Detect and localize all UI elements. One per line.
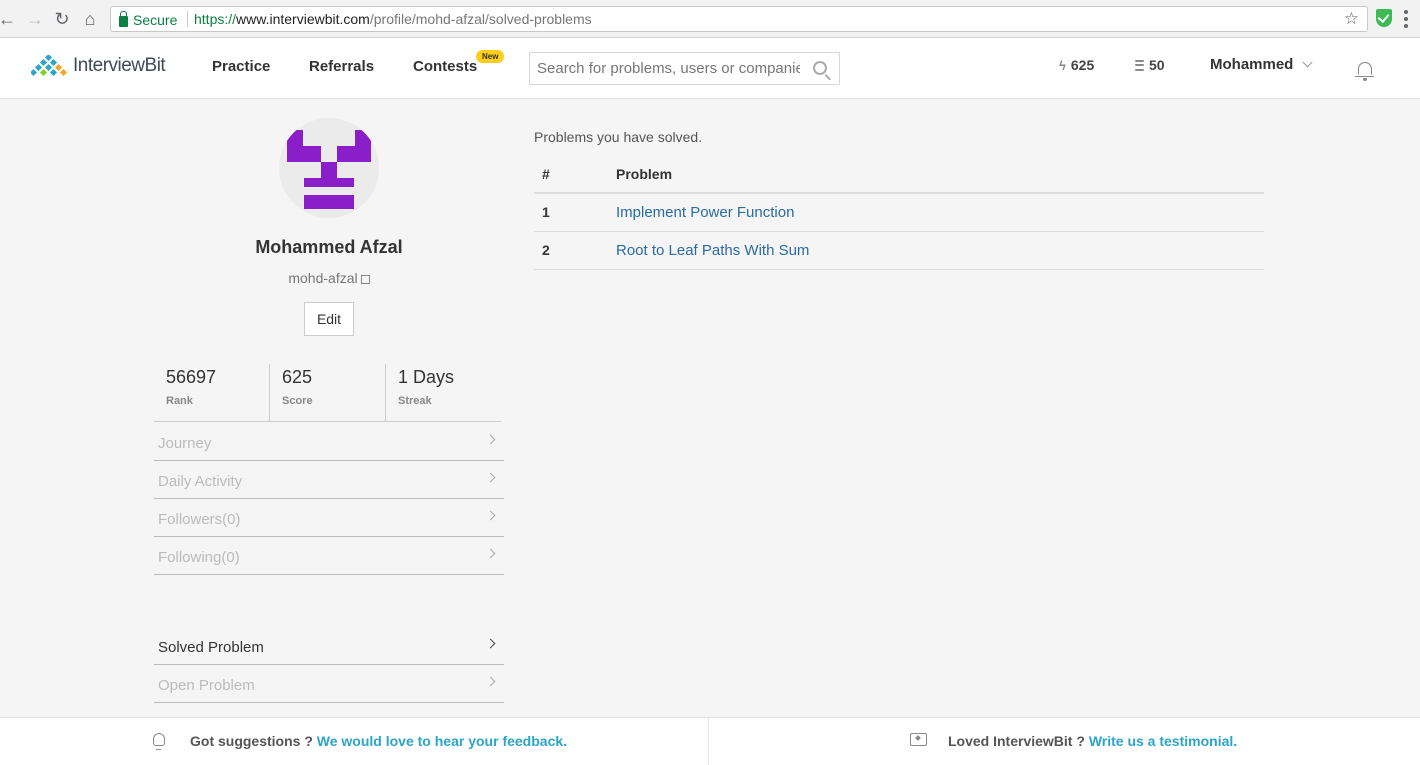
edit-profile-button[interactable]: Edit bbox=[304, 302, 354, 336]
coins-stat: 50 bbox=[1135, 57, 1165, 73]
site-header: InterviewBit Practice Referrals Contests… bbox=[0, 38, 1420, 99]
nav-practice[interactable]: Practice bbox=[212, 58, 270, 75]
stat-value: 56697 bbox=[166, 367, 217, 387]
sidebar-item-followers[interactable]: Followers(0) bbox=[154, 499, 504, 537]
chevron-right-icon bbox=[485, 434, 496, 445]
table-row: 2 Root to Leaf Paths With Sum bbox=[534, 231, 1264, 270]
chevron-right-icon bbox=[485, 510, 496, 521]
sidebar-item-open-problem[interactable]: Open Problem bbox=[154, 665, 504, 703]
url-text[interactable]: https://www.interviewbit.com/profile/moh… bbox=[194, 11, 592, 27]
coins-icon bbox=[1135, 59, 1144, 71]
sidebar-item-label: Following(0) bbox=[158, 549, 240, 566]
testimonial-prompt: Loved InterviewBit ? Write us a testimon… bbox=[948, 733, 1237, 749]
suggestion-text: Got suggestions ? bbox=[190, 733, 313, 749]
browser-toolbar: ← → ↻ ⌂ Secure https://www.interviewbit.… bbox=[0, 0, 1420, 38]
divider bbox=[187, 11, 188, 27]
testimonial-link[interactable]: Write us a testimonial. bbox=[1089, 733, 1237, 749]
coins-value: 50 bbox=[1149, 57, 1165, 73]
user-menu[interactable]: Mohammed bbox=[1210, 56, 1293, 73]
rank-stat: 56697 Rank bbox=[154, 364, 269, 421]
reload-icon[interactable]: ↻ bbox=[51, 8, 73, 30]
logo-text: InterviewBit bbox=[73, 55, 166, 76]
url-host: www.interviewbit.com bbox=[236, 11, 370, 27]
suggestion-prompt: Got suggestions ? We would love to hear … bbox=[190, 733, 567, 749]
score-stat-cell: 625 Score bbox=[269, 364, 385, 421]
lock-icon bbox=[119, 10, 128, 27]
handle-text: mohd-afzal bbox=[288, 270, 358, 286]
stat-label: Score bbox=[282, 395, 313, 407]
bell-icon[interactable] bbox=[1355, 62, 1374, 81]
forward-icon[interactable]: → bbox=[24, 8, 46, 30]
search-box bbox=[529, 52, 840, 85]
problem-cell: Implement Power Function bbox=[616, 193, 1264, 232]
browser-menu-icon[interactable] bbox=[1404, 10, 1408, 28]
solved-problems-intro: Problems you have solved. bbox=[534, 129, 703, 145]
search-icon[interactable] bbox=[813, 61, 827, 75]
sidebar-item-solved-problem[interactable]: Solved Problem bbox=[154, 627, 504, 665]
nav-referrals[interactable]: Referrals bbox=[309, 58, 374, 75]
bookmark-star-icon[interactable]: ☆ bbox=[1344, 9, 1359, 29]
problem-link[interactable]: Root to Leaf Paths With Sum bbox=[616, 242, 809, 259]
chevron-right-icon bbox=[485, 676, 496, 687]
sidebar-item-label: Journey bbox=[158, 435, 212, 452]
profile-handle: mohd-afzal bbox=[154, 270, 504, 286]
problem-cell: Root to Leaf Paths With Sum bbox=[616, 231, 1264, 270]
stat-label: Rank bbox=[166, 395, 193, 407]
score-stat: ϟ 625 bbox=[1059, 57, 1094, 73]
stat-label: Streak bbox=[398, 395, 432, 407]
chevron-down-icon[interactable] bbox=[1302, 57, 1313, 68]
streak-stat: 1 Days Streak bbox=[385, 364, 501, 421]
chevron-right-icon bbox=[485, 472, 496, 483]
feedback-footer: Got suggestions ? We would love to hear … bbox=[0, 717, 1420, 765]
sidebar-item-label: Daily Activity bbox=[158, 473, 243, 490]
avatar bbox=[279, 118, 379, 218]
sidebar-item-label: Open Problem bbox=[158, 677, 255, 694]
sidebar-item-following[interactable]: Following(0) bbox=[154, 537, 504, 575]
copy-icon[interactable] bbox=[360, 274, 370, 284]
sidebar-item-daily-activity[interactable]: Daily Activity bbox=[154, 461, 504, 499]
table-row: 1 Implement Power Function bbox=[534, 193, 1264, 232]
column-header-index: # bbox=[534, 155, 616, 194]
stat-value: 1 Days bbox=[398, 367, 455, 387]
url-path: /profile/mohd-afzal/solved-problems bbox=[369, 11, 592, 27]
extension-shield-icon[interactable] bbox=[1376, 9, 1392, 27]
search-input[interactable] bbox=[530, 53, 800, 84]
secure-indicator[interactable]: Secure bbox=[119, 10, 178, 28]
bolt-icon: ϟ bbox=[1059, 57, 1066, 73]
secure-label: Secure bbox=[133, 12, 178, 28]
back-icon[interactable]: ← bbox=[0, 8, 18, 30]
feedback-link[interactable]: We would love to hear your feedback. bbox=[317, 733, 567, 749]
logo-mark-icon bbox=[31, 55, 68, 77]
nav-contests[interactable]: Contests bbox=[413, 58, 477, 75]
address-bar[interactable]: Secure https://www.interviewbit.com/prof… bbox=[110, 6, 1368, 32]
profile-stats: 56697 Rank 625 Score 1 Days Streak bbox=[154, 364, 501, 422]
footer-divider bbox=[708, 718, 709, 765]
sidebar-item-label: Solved Problem bbox=[158, 639, 264, 656]
lightbulb-icon bbox=[153, 733, 165, 750]
stat-value: 625 bbox=[282, 367, 313, 387]
profile-name: Mohammed Afzal bbox=[255, 237, 403, 257]
row-index: 1 bbox=[534, 193, 616, 232]
url-scheme: https:// bbox=[194, 11, 237, 27]
testimonial-text: Loved InterviewBit ? bbox=[948, 733, 1085, 749]
new-badge: New bbox=[476, 50, 505, 63]
testimonial-icon bbox=[910, 733, 927, 746]
score-value: 625 bbox=[1070, 57, 1095, 73]
logo[interactable]: InterviewBit bbox=[31, 55, 166, 77]
column-header-problem: Problem bbox=[616, 155, 1264, 194]
sidebar-item-journey[interactable]: Journey bbox=[154, 423, 504, 461]
problem-link[interactable]: Implement Power Function bbox=[616, 204, 794, 221]
row-index: 2 bbox=[534, 231, 616, 270]
chevron-right-icon bbox=[485, 548, 496, 559]
home-icon[interactable]: ⌂ bbox=[79, 8, 101, 30]
chevron-right-icon bbox=[485, 638, 496, 649]
solved-problems-table: # Problem 1 Implement Power Function 2 R… bbox=[534, 155, 1264, 270]
sidebar-item-label: Followers(0) bbox=[158, 511, 241, 528]
table-header-row: # Problem bbox=[534, 155, 1264, 194]
